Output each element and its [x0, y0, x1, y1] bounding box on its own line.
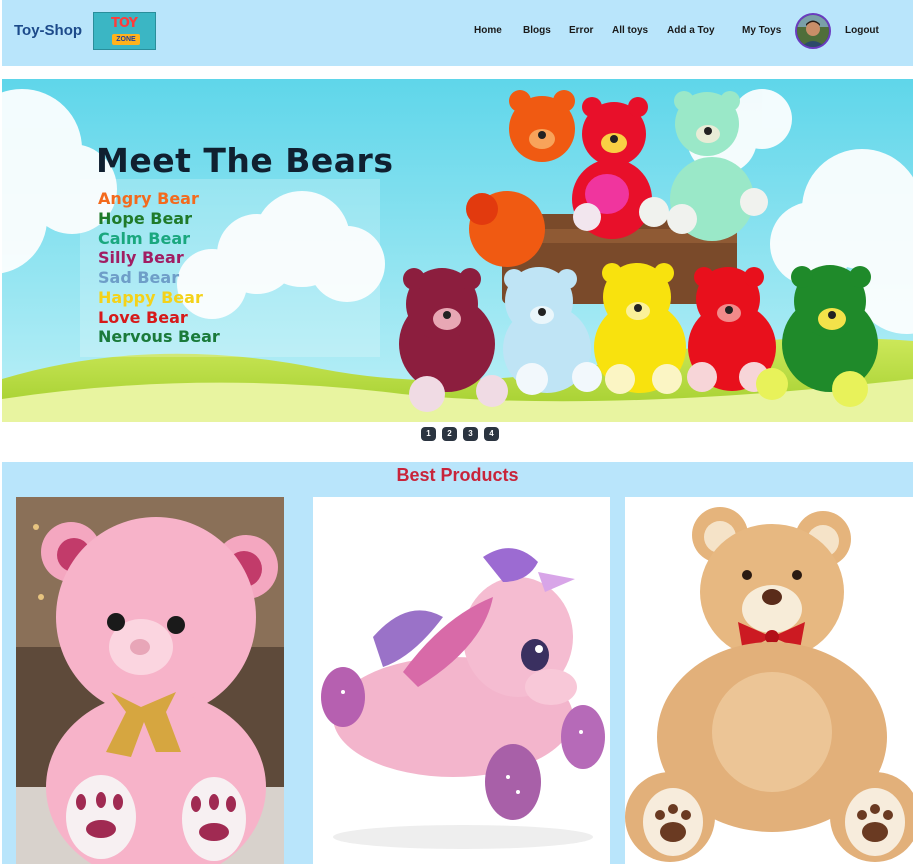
avatar-person-icon: [797, 15, 829, 47]
product-card-unicorn[interactable]: [313, 497, 610, 864]
nav-link-my-toys[interactable]: My Toys: [742, 25, 781, 36]
bear-name-nervous: Nervous Bear: [98, 327, 220, 346]
nav-link-add-toy[interactable]: Add a Toy: [667, 25, 715, 36]
logo-text-top: TOY: [111, 16, 138, 31]
bear-name-hope: Hope Bear: [98, 209, 192, 228]
nav-link-all-toys[interactable]: All toys: [612, 25, 648, 36]
pink-bear-image: [16, 497, 284, 864]
nav-link-home[interactable]: Home: [474, 25, 502, 36]
user-avatar[interactable]: [795, 13, 831, 49]
logo-text-bottom: ZONE: [112, 34, 140, 45]
unicorn-plush-image: [313, 497, 610, 864]
hero-banner: Meet The Bears Angry Bear Hope Bear Calm…: [2, 79, 913, 422]
carousel-dot-2[interactable]: 2: [442, 427, 457, 441]
best-products-header: Best Products: [2, 462, 913, 497]
site-logo[interactable]: TOY ZONE: [93, 12, 156, 50]
carousel-dot-3[interactable]: 3: [463, 427, 478, 441]
bear-name-love: Love Bear: [98, 308, 188, 327]
bear-name-happy: Happy Bear: [98, 288, 203, 307]
brand-name[interactable]: Toy-Shop: [14, 22, 82, 39]
carousel-dot-1[interactable]: 1: [421, 427, 436, 441]
product-card-teddy-bear[interactable]: [625, 497, 913, 864]
bear-name-calm: Calm Bear: [98, 229, 190, 248]
banner-title: Meet The Bears: [96, 141, 394, 180]
teddy-bear-image: [625, 497, 913, 864]
navbar: Toy-Shop TOY ZONE Home Blogs Error All t…: [2, 0, 913, 66]
carousel-dot-4[interactable]: 4: [484, 427, 499, 441]
nav-link-blogs[interactable]: Blogs: [523, 25, 551, 36]
bear-name-angry: Angry Bear: [98, 189, 199, 208]
product-grid: [2, 497, 913, 864]
bear-name-silly: Silly Bear: [98, 248, 184, 267]
nav-link-error[interactable]: Error: [569, 25, 593, 36]
product-card-pink-bear[interactable]: [16, 497, 284, 864]
nav-link-logout[interactable]: Logout: [845, 25, 879, 36]
section-title: Best Products: [396, 465, 519, 485]
bear-name-sad: Sad Bear: [98, 268, 180, 287]
